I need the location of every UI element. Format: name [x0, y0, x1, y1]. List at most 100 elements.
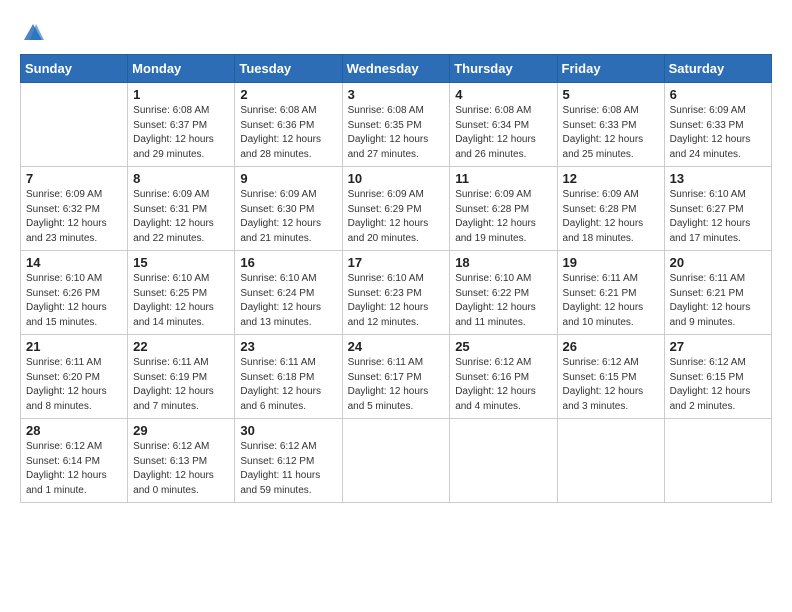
calendar-week-row: 7Sunrise: 6:09 AMSunset: 6:32 PMDaylight… [21, 167, 772, 251]
day-info-line: Daylight: 12 hours [563, 386, 644, 397]
table-row: 19Sunrise: 6:11 AMSunset: 6:21 PMDayligh… [557, 251, 664, 335]
day-info-line: Sunset: 6:25 PM [133, 288, 207, 299]
day-info-line: Daylight: 12 hours [348, 386, 429, 397]
day-info-line: Daylight: 12 hours [133, 386, 214, 397]
table-row: 25Sunrise: 6:12 AMSunset: 6:16 PMDayligh… [450, 335, 557, 419]
day-info-line: Daylight: 12 hours [133, 218, 214, 229]
table-row: 21Sunrise: 6:11 AMSunset: 6:20 PMDayligh… [21, 335, 128, 419]
table-row: 26Sunrise: 6:12 AMSunset: 6:15 PMDayligh… [557, 335, 664, 419]
day-info: Sunrise: 6:12 AMSunset: 6:15 PMDaylight:… [563, 356, 659, 414]
day-info-line: and 17 minutes. [670, 233, 741, 244]
day-info-line: Sunrise: 6:08 AM [240, 105, 316, 116]
day-info-line: Sunrise: 6:11 AM [133, 357, 208, 368]
day-info-line: and 2 minutes. [670, 401, 736, 412]
page: Sunday Monday Tuesday Wednesday Thursday… [0, 0, 792, 612]
day-number: 12 [563, 171, 659, 186]
day-info-line: and 20 minutes. [348, 233, 419, 244]
day-info-line: and 24 minutes. [670, 149, 741, 160]
day-info-line: Sunrise: 6:11 AM [240, 357, 315, 368]
day-info-line: and 59 minutes. [240, 485, 311, 496]
day-info-line: Sunset: 6:18 PM [240, 372, 314, 383]
day-info-line: Sunset: 6:32 PM [26, 204, 100, 215]
day-info-line: and 6 minutes. [240, 401, 306, 412]
day-info-line: and 19 minutes. [455, 233, 526, 244]
day-info-line: Sunrise: 6:10 AM [240, 273, 316, 284]
day-info-line: Sunrise: 6:10 AM [348, 273, 424, 284]
table-row [664, 419, 771, 503]
day-info-line: and 22 minutes. [133, 233, 204, 244]
day-info-line: Daylight: 12 hours [240, 302, 321, 313]
table-row: 23Sunrise: 6:11 AMSunset: 6:18 PMDayligh… [235, 335, 342, 419]
day-number: 3 [348, 87, 445, 102]
calendar-table: Sunday Monday Tuesday Wednesday Thursday… [20, 54, 772, 503]
day-info-line: Sunrise: 6:08 AM [133, 105, 209, 116]
day-info-line: Daylight: 12 hours [133, 470, 214, 481]
day-info-line: Daylight: 12 hours [563, 218, 644, 229]
day-info: Sunrise: 6:09 AMSunset: 6:33 PMDaylight:… [670, 104, 766, 162]
day-number: 5 [563, 87, 659, 102]
day-info-line: Sunrise: 6:12 AM [133, 441, 209, 452]
day-info-line: Daylight: 12 hours [670, 386, 751, 397]
table-row [21, 83, 128, 167]
day-info-line: Sunset: 6:33 PM [670, 120, 744, 131]
table-row: 1Sunrise: 6:08 AMSunset: 6:37 PMDaylight… [128, 83, 235, 167]
day-info: Sunrise: 6:12 AMSunset: 6:16 PMDaylight:… [455, 356, 551, 414]
day-info-line: Daylight: 12 hours [240, 218, 321, 229]
day-info-line: Sunset: 6:21 PM [670, 288, 744, 299]
day-info: Sunrise: 6:09 AMSunset: 6:28 PMDaylight:… [563, 188, 659, 246]
table-row [450, 419, 557, 503]
day-info-line: Sunrise: 6:12 AM [455, 357, 531, 368]
day-info-line: Daylight: 12 hours [348, 134, 429, 145]
day-number: 21 [26, 339, 122, 354]
day-info-line: Sunset: 6:16 PM [455, 372, 529, 383]
day-info-line: Daylight: 12 hours [670, 134, 751, 145]
day-info-line: Sunset: 6:26 PM [26, 288, 100, 299]
day-info-line: Sunrise: 6:09 AM [563, 189, 639, 200]
day-info-line: Sunrise: 6:12 AM [670, 357, 746, 368]
table-row: 16Sunrise: 6:10 AMSunset: 6:24 PMDayligh… [235, 251, 342, 335]
day-info-line: Sunset: 6:28 PM [455, 204, 529, 215]
day-info: Sunrise: 6:11 AM Sunset: 6:17 PM Daylight:… [348, 356, 445, 414]
day-info: Sunrise: 6:11 AMSunset: 6:18 PMDaylight:… [240, 356, 336, 414]
day-number: 29 [133, 423, 229, 438]
day-info: Sunrise: 6:08 AMSunset: 6:37 PMDaylight:… [133, 104, 229, 162]
day-number: 8 [133, 171, 229, 186]
day-info-line: Sunrise: 6:09 AM [133, 189, 209, 200]
col-friday: Friday [557, 55, 664, 83]
table-row: 15Sunrise: 6:10 AMSunset: 6:25 PMDayligh… [128, 251, 235, 335]
day-number: 9 [240, 171, 336, 186]
day-info-line: Sunrise: 6:12 AM [240, 441, 316, 452]
col-sunday: Sunday [21, 55, 128, 83]
day-info-line: Daylight: 12 hours [455, 218, 536, 229]
day-info-line: Sunset: 6:37 PM [133, 120, 207, 131]
day-number: 14 [26, 255, 122, 270]
day-info-line: Daylight: 12 hours [133, 302, 214, 313]
day-info-line: and 18 minutes. [563, 233, 634, 244]
day-info-line: Daylight: 12 hours [670, 302, 751, 313]
col-monday: Monday [128, 55, 235, 83]
day-info-line: and 8 minutes. [26, 401, 92, 412]
calendar-header-row: Sunday Monday Tuesday Wednesday Thursday… [21, 55, 772, 83]
table-row: 24Sunrise: 6:11 AMSunset: 6:17 PMDayligh… [342, 335, 450, 419]
table-row [342, 419, 450, 503]
day-info-line: and 21 minutes. [240, 233, 311, 244]
day-number: 11 [455, 171, 551, 186]
day-info-line: Sunset: 6:22 PM [455, 288, 529, 299]
day-info-line: Daylight: 12 hours [348, 302, 429, 313]
table-row: 6Sunrise: 6:09 AMSunset: 6:33 PMDaylight… [664, 83, 771, 167]
day-number: 19 [563, 255, 659, 270]
day-info-line: Daylight: 12 hours [455, 134, 536, 145]
day-info-line: Sunrise: 6:11 AM [563, 273, 638, 284]
day-info: Sunrise: 6:08 AMSunset: 6:33 PMDaylight:… [563, 104, 659, 162]
day-number: 27 [670, 339, 766, 354]
day-info-line: Sunset: 6:17 PM [348, 372, 422, 383]
day-info-line: Sunset: 6:21 PM [563, 288, 637, 299]
day-number: 18 [455, 255, 551, 270]
day-info: Sunrise: 6:09 AMSunset: 6:28 PMDaylight:… [455, 188, 551, 246]
day-info: Sunrise: 6:09 AMSunset: 6:30 PMDaylight:… [240, 188, 336, 246]
day-info-line: Sunrise: 6:11 AM [348, 357, 423, 368]
day-info: Sunrise: 6:12 AMSunset: 6:15 PMDaylight:… [670, 356, 766, 414]
day-info-line: Daylight: 12 hours [563, 134, 644, 145]
day-info: Sunrise: 6:10 AMSunset: 6:24 PMDaylight:… [240, 272, 336, 330]
table-row: 27 Sunrise: 6:12 AMSunset: 6:15 PMDayligh… [664, 335, 771, 419]
